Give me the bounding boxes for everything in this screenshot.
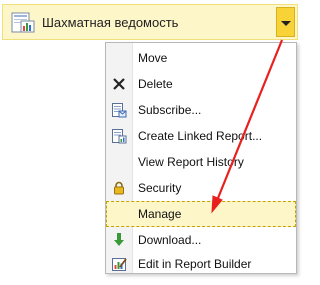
menu-item-label: Create Linked Report... bbox=[138, 129, 263, 143]
menu-item-label: Security bbox=[138, 181, 182, 195]
menu-item-move[interactable]: Move bbox=[106, 45, 296, 71]
context-menu: Move Delete Subscribe... Create Linked R… bbox=[105, 42, 297, 274]
menu-item-edit-in-report-builder[interactable]: Edit in Report Builder bbox=[106, 251, 296, 277]
menu-item-view-report-history[interactable]: View Report History bbox=[106, 149, 296, 175]
menu-item-manage[interactable]: Manage bbox=[106, 201, 296, 227]
lock-icon bbox=[111, 180, 127, 196]
delete-x-icon bbox=[111, 76, 127, 92]
menu-item-label: Download... bbox=[138, 233, 202, 247]
menu-item-label: Edit in Report Builder bbox=[138, 257, 252, 271]
menu-item-subscribe[interactable]: Subscribe... bbox=[106, 97, 296, 123]
report-icon bbox=[11, 12, 35, 33]
menu-item-label: Move bbox=[138, 51, 168, 65]
menu-item-label: View Report History bbox=[138, 155, 244, 169]
report-item-bar[interactable]: Шахматная ведомость bbox=[2, 4, 298, 40]
menu-item-label: Subscribe... bbox=[138, 103, 202, 117]
menu-item-download[interactable]: Download... bbox=[106, 227, 296, 253]
dropdown-button[interactable] bbox=[276, 7, 295, 37]
report-title[interactable]: Шахматная ведомость bbox=[42, 15, 178, 30]
download-icon bbox=[111, 232, 127, 248]
report-builder-icon bbox=[111, 256, 127, 272]
menu-item-create-linked-report[interactable]: Create Linked Report... bbox=[106, 123, 296, 149]
menu-item-label: Manage bbox=[138, 207, 182, 221]
menu-item-delete[interactable]: Delete bbox=[106, 71, 296, 97]
menu-item-security[interactable]: Security bbox=[106, 175, 296, 201]
chevron-down-icon bbox=[281, 21, 291, 26]
menu-item-label: Delete bbox=[138, 77, 173, 91]
subscribe-icon bbox=[111, 102, 127, 118]
linked-report-icon bbox=[111, 128, 127, 144]
